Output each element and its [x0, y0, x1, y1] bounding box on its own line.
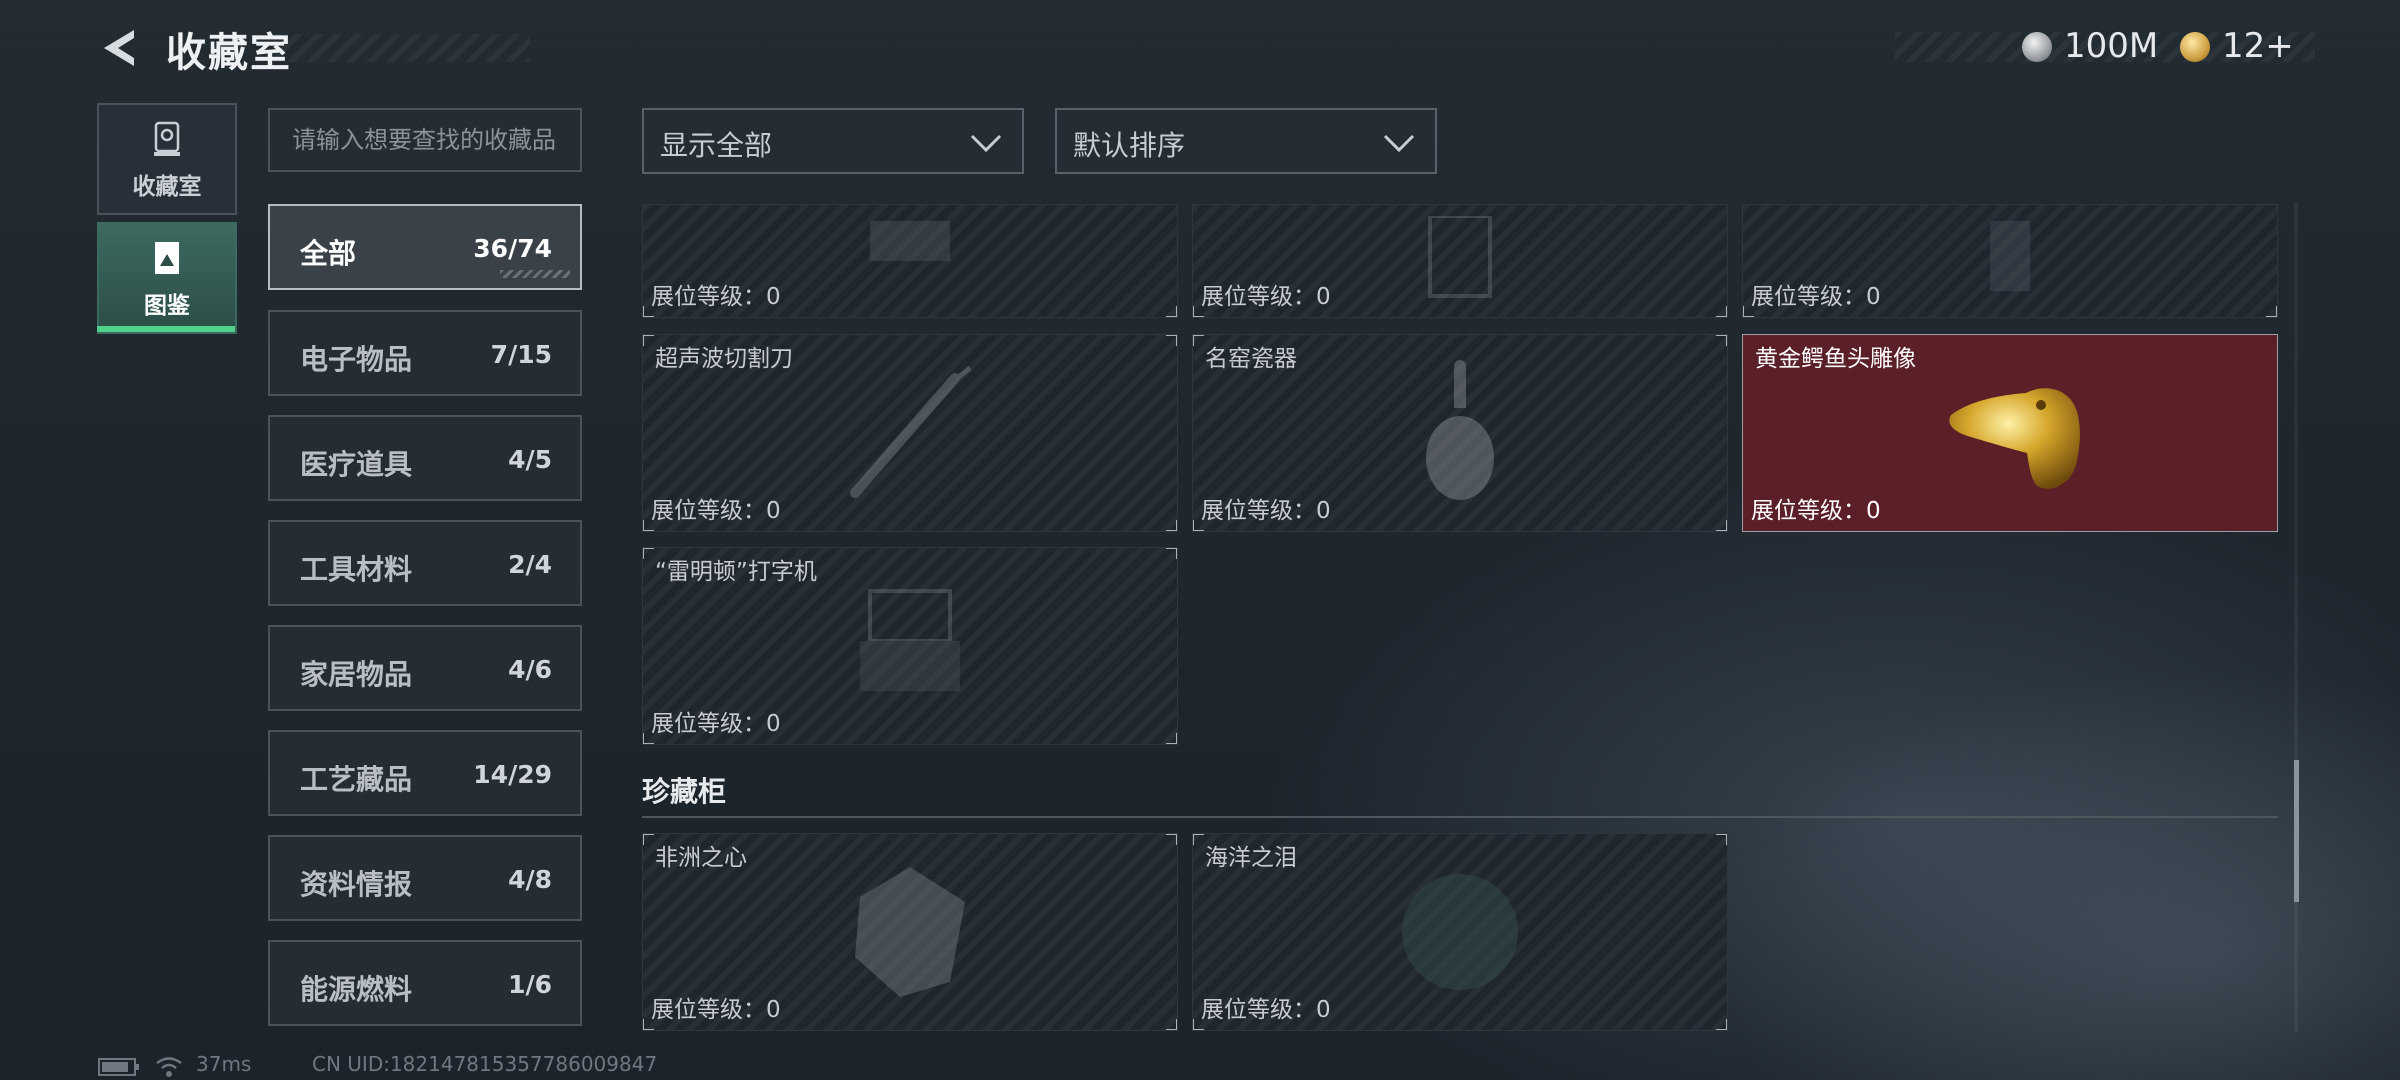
title-decoration: [275, 34, 530, 62]
category-count: 36/74: [473, 234, 552, 263]
category-name: 工具材料: [300, 553, 413, 586]
card-level: 展位等级：0: [1751, 284, 1881, 310]
card-level: 展位等级：0: [1751, 498, 1881, 524]
category-name: 全部: [300, 237, 357, 270]
typewriter-icon: [860, 589, 960, 691]
category-count: 7/15: [490, 340, 552, 369]
currency-gold-amount: 12+: [2222, 26, 2294, 66]
collection-card[interactable]: 超声波切割刀 展位等级：0: [642, 334, 1178, 532]
category-count: 14/29: [473, 760, 552, 789]
filter-dropdown-value: 显示全部: [660, 129, 773, 162]
sort-dropdown-value: 默认排序: [1073, 129, 1186, 162]
uid-text: CN UID:1821478153577860098​47: [312, 1052, 658, 1076]
card-level: 展位等级：0: [651, 997, 781, 1023]
tab-collection-room-label: 收藏室: [132, 174, 202, 200]
category-name: 电子物品: [300, 343, 413, 376]
chevron-down-icon: [1383, 134, 1415, 153]
card-level: 展位等级：0: [651, 711, 781, 737]
ocean-tear-gem-icon: [1402, 874, 1518, 990]
collection-card-owned[interactable]: 黄金鳄鱼头雕像 展位等级：0: [1742, 334, 2278, 532]
category-count: 1/6: [508, 970, 552, 999]
category-count: 4/5: [508, 445, 552, 474]
battery-icon: [98, 1058, 139, 1076]
porcelain-vase-icon: [1426, 360, 1494, 500]
ultrasonic-knife-icon: [850, 366, 972, 498]
card-level: 展位等级：0: [1201, 997, 1331, 1023]
heart-of-africa-gem-icon: [855, 867, 965, 997]
card-name: 黄金鳄鱼头雕像: [1755, 346, 1916, 372]
card-name: “雷明顿”打字机: [655, 559, 817, 585]
item-image: [1990, 221, 2030, 291]
item-image: [870, 221, 950, 261]
currency-silver-amount: 100M: [2064, 26, 2159, 66]
category-medical[interactable]: 医疗道具 4/5: [268, 415, 582, 501]
collection-card[interactable]: 展位等级：0: [1742, 204, 2278, 318]
wifi-icon: [156, 1057, 182, 1077]
chevron-down-icon: [970, 134, 1002, 153]
card-level: 展位等级：0: [651, 498, 781, 524]
category-name: 工艺藏品: [300, 763, 413, 796]
card-level: 展位等级：0: [1201, 284, 1331, 310]
collection-card[interactable]: 非洲之心 展位等级：0: [642, 833, 1178, 1031]
section-divider: [642, 816, 2278, 818]
item-image: [1428, 216, 1492, 298]
category-fuel[interactable]: 能源燃料 1/6: [268, 940, 582, 1026]
search-box[interactable]: [268, 108, 582, 172]
gold-coin-icon: [2180, 32, 2210, 62]
category-name: 资料情报: [300, 868, 413, 901]
collection-card[interactable]: “雷明顿”打字机 展位等级：0: [642, 547, 1178, 745]
category-electronics[interactable]: 电子物品 7/15: [268, 310, 582, 396]
category-crafts[interactable]: 工艺藏品 14/29: [268, 730, 582, 816]
category-household[interactable]: 家居物品 4/6: [268, 625, 582, 711]
ping-text: 37ms: [196, 1052, 252, 1076]
sort-dropdown[interactable]: 默认排序: [1055, 108, 1437, 174]
tab-collection-room[interactable]: 收藏室: [97, 103, 237, 215]
search-input[interactable]: [270, 110, 580, 170]
catalog-icon: [155, 242, 179, 274]
collection-card[interactable]: 展位等级：0: [642, 204, 1178, 318]
category-intel[interactable]: 资料情报 4/8: [268, 835, 582, 921]
tab-catalog[interactable]: 图鉴: [97, 222, 237, 334]
scrollbar-thumb[interactable]: [2294, 760, 2299, 902]
category-name: 医疗道具: [300, 448, 413, 481]
category-name: 能源燃料: [300, 973, 413, 1006]
category-count: 4/8: [508, 865, 552, 894]
collection-room-icon: [154, 121, 180, 156]
section-title-cabinet: 珍藏柜: [642, 775, 727, 808]
scrollbar-track[interactable]: [2294, 202, 2298, 1032]
silver-coin-icon: [2022, 32, 2052, 62]
tab-catalog-label: 图鉴: [144, 293, 190, 319]
category-name: 家居物品: [300, 658, 413, 691]
category-count: 2/4: [508, 550, 552, 579]
collection-card[interactable]: 展位等级：0: [1192, 204, 1728, 318]
card-name: 非洲之心: [655, 845, 747, 871]
card-name: 海洋之泪: [1205, 845, 1297, 871]
golden-crocodile-head-icon: [1949, 388, 2080, 489]
filter-dropdown[interactable]: 显示全部: [642, 108, 1024, 174]
active-tab-indicator: [97, 326, 235, 332]
category-count: 4/6: [508, 655, 552, 684]
card-level: 展位等级：0: [651, 284, 781, 310]
card-name: 超声波切割刀: [655, 346, 793, 372]
category-tools[interactable]: 工具材料 2/4: [268, 520, 582, 606]
collection-card[interactable]: 名窑瓷器 展位等级：0: [1192, 334, 1728, 532]
back-arrow-icon[interactable]: [98, 26, 142, 70]
collection-card[interactable]: 海洋之泪 展位等级：0: [1192, 833, 1728, 1031]
card-level: 展位等级：0: [1201, 498, 1331, 524]
category-all[interactable]: 全部 36/74: [268, 204, 582, 290]
card-name: 名窑瓷器: [1205, 346, 1297, 372]
page-title: 收藏室: [166, 30, 292, 76]
